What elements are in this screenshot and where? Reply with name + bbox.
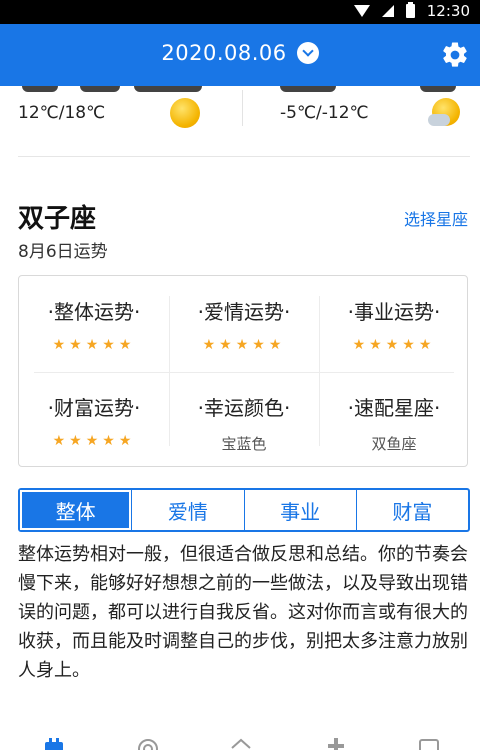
date-picker[interactable]: 2020.08.06 (161, 41, 319, 65)
battery-icon (405, 2, 415, 18)
fortune-description: 整体运势相对一般，但很适合做反思和总结。你的节奏会慢下来，能够好好想想之前的一些… (18, 544, 468, 681)
app-header: 2020.08.06 (0, 24, 480, 86)
home-icon[interactable] (230, 738, 252, 750)
sun-icon (170, 98, 200, 128)
divider (18, 156, 470, 157)
weather-temp-right: -5℃/-12℃ (280, 103, 369, 123)
tab-career[interactable]: 事业 (245, 490, 357, 530)
chevron-down-icon (296, 42, 319, 64)
fortune-love: ·爱情运势· ★★★★★ (169, 276, 319, 366)
wifi-icon (353, 5, 370, 17)
star-rating: ★★★★★ (52, 337, 136, 353)
lucky-color: ·幸运颜色· 宝蓝色 (169, 372, 319, 462)
weather-temp-left: 12℃/18℃ (18, 103, 106, 123)
clipped-text (280, 86, 336, 92)
gear-icon[interactable] (440, 40, 470, 70)
clipped-text (22, 86, 58, 92)
signal-icon (381, 5, 394, 17)
clipped-text (80, 86, 120, 92)
tab-overall[interactable]: 整体 (20, 490, 133, 530)
profile-icon[interactable] (418, 738, 440, 750)
weather-strip: 12℃/18℃ -5℃/-12℃ (0, 86, 480, 156)
bottom-nav (0, 738, 480, 750)
fortune-overall: ·整体运势· ★★★★★ (19, 276, 169, 366)
calendar-icon[interactable] (43, 738, 65, 750)
star-rating: ★★★★★ (202, 337, 286, 353)
plus-icon[interactable] (325, 738, 347, 750)
status-bar: 12:30 (0, 0, 480, 24)
date-label: 2020.08.06 (161, 41, 287, 65)
tab-wealth[interactable]: 财富 (357, 490, 468, 530)
zodiac-name: 双子座 (18, 204, 97, 234)
lucky-color-value: 宝蓝色 (221, 435, 267, 453)
star-rating: ★★★★★ (52, 433, 136, 449)
clipped-text (134, 86, 202, 92)
compass-icon[interactable] (137, 738, 159, 750)
fortune-tabs: 整体 爱情 事业 财富 (18, 488, 470, 532)
status-time: 12:30 (426, 2, 470, 20)
select-zodiac-link[interactable]: 选择星座 (404, 206, 468, 230)
star-rating: ★★★★★ (352, 337, 436, 353)
tab-love[interactable]: 爱情 (132, 490, 245, 530)
fortune-wealth: ·财富运势· ★★★★★ (19, 372, 169, 462)
clipped-text (420, 86, 456, 92)
fortune-date: 8月6日运势 (18, 242, 108, 262)
match-zodiac: ·速配星座· 双鱼座 (319, 372, 469, 462)
match-zodiac-value: 双鱼座 (371, 435, 417, 453)
fortune-career: ·事业运势· ★★★★★ (319, 276, 469, 366)
fortune-card: ·整体运势· ★★★★★ ·爱情运势· ★★★★★ ·事业运势· ★★★★★ ·… (18, 275, 468, 467)
divider (242, 90, 243, 126)
